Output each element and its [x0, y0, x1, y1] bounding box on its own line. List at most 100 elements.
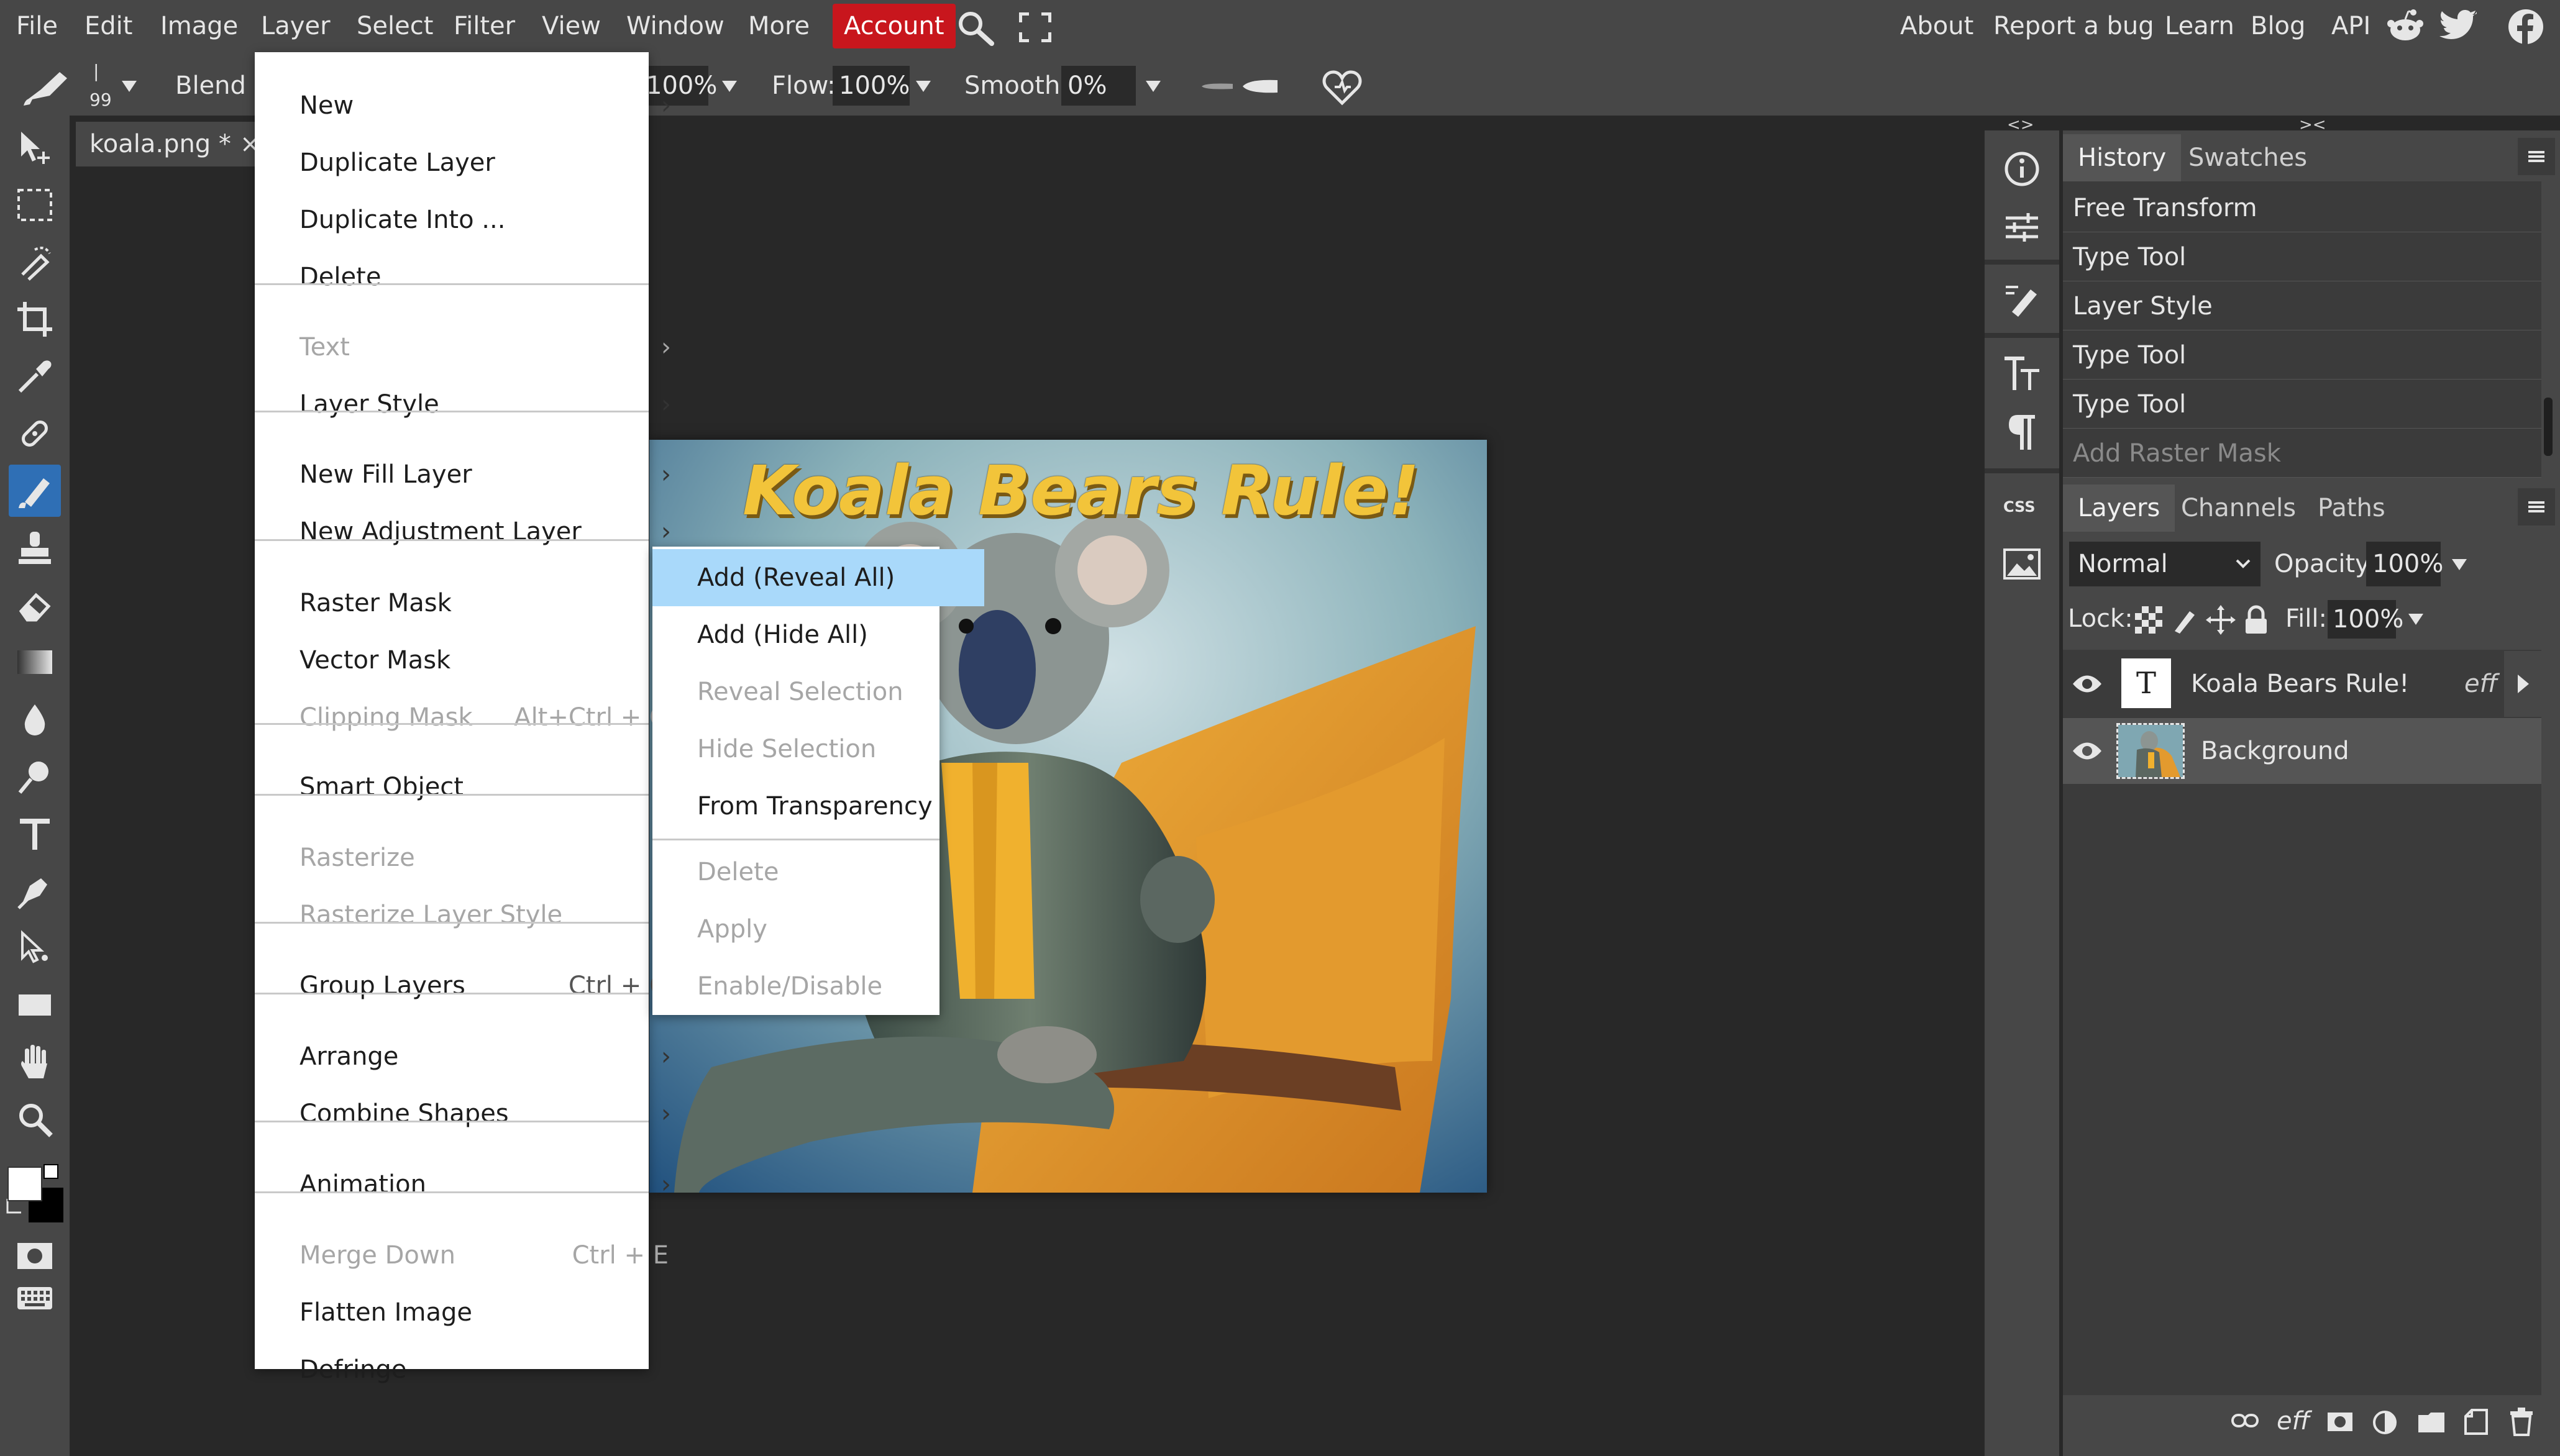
- default-colors-icon[interactable]: [43, 1164, 58, 1179]
- new-group-icon[interactable]: [2417, 1411, 2446, 1434]
- shape-tool-icon[interactable]: [9, 979, 61, 1031]
- adjustment-layer-icon[interactable]: [2372, 1410, 2397, 1435]
- menu-image[interactable]: Image: [160, 0, 238, 52]
- hand-tool-icon[interactable]: [9, 1036, 61, 1088]
- type-tool-icon[interactable]: [9, 808, 61, 860]
- layer-fill-field[interactable]: 100%: [2328, 600, 2403, 639]
- menu-item-clipping-mask[interactable]: Clipping Mask Alt+Ctrl + G: [255, 689, 693, 746]
- blur-tool-icon[interactable]: [9, 693, 61, 745]
- fullscreen-icon[interactable]: [1019, 12, 1051, 42]
- link-learn[interactable]: Learn: [2165, 0, 2234, 52]
- menu-item-animation[interactable]: Animation ›: [255, 1156, 693, 1213]
- search-icon[interactable]: [956, 9, 995, 46]
- info-icon[interactable]: [1985, 138, 2059, 200]
- brush-size-value[interactable]: 99: [89, 91, 112, 109]
- lasso-tool-icon[interactable]: [9, 236, 61, 288]
- pressure-size-icon[interactable]: [1199, 77, 1280, 96]
- link-api[interactable]: API: [2331, 0, 2370, 52]
- menu-item-new-adjustment-layer[interactable]: New Adjustment Layer ›: [255, 503, 693, 560]
- add-mask-icon[interactable]: [2326, 1411, 2354, 1432]
- tab-paths[interactable]: Paths: [2303, 485, 2400, 532]
- gradient-tool-icon[interactable]: [9, 636, 61, 688]
- link-blog[interactable]: Blog: [2251, 0, 2305, 52]
- eyedropper-tool-icon[interactable]: [9, 350, 61, 403]
- layer-row[interactable]: T Koala Bears Rule! eff: [2063, 651, 2541, 717]
- menu-item-raster-mask[interactable]: Raster Mask›: [255, 575, 693, 632]
- submenu-item-delete[interactable]: Delete: [652, 844, 984, 901]
- layer-opacity-dropdown-icon[interactable]: [2452, 559, 2467, 570]
- color-swatches[interactable]: [5, 1163, 67, 1225]
- menu-item-duplicate-layer[interactable]: Duplicate Layer: [255, 134, 693, 191]
- menu-item-group-layers[interactable]: Group Layers Ctrl + G: [255, 957, 693, 1014]
- eye-icon[interactable]: [2072, 740, 2103, 762]
- menu-item-flatten-image[interactable]: Flatten Image: [255, 1284, 693, 1341]
- menu-file[interactable]: File: [16, 0, 58, 52]
- move-tool-icon[interactable]: [9, 122, 61, 174]
- submenu-item-apply[interactable]: Apply: [652, 901, 984, 958]
- heart-icon[interactable]: [1322, 68, 1362, 106]
- menu-filter[interactable]: Filter: [454, 0, 515, 52]
- history-item[interactable]: Free Transform: [2063, 184, 2541, 232]
- menu-select[interactable]: Select: [357, 0, 433, 52]
- tab-channels[interactable]: Channels: [2166, 485, 2311, 532]
- keyboard-icon[interactable]: [9, 1272, 61, 1324]
- history-panel-menu-icon[interactable]: [2518, 138, 2555, 175]
- twitter-icon[interactable]: [2439, 10, 2478, 42]
- layers-panel-menu-icon[interactable]: [2518, 488, 2555, 526]
- account-button[interactable]: Account: [833, 4, 956, 48]
- history-item[interactable]: Type Tool: [2063, 380, 2541, 429]
- path-select-tool-icon[interactable]: [9, 922, 61, 974]
- history-scrollbar[interactable]: [2544, 398, 2553, 456]
- new-layer-icon[interactable]: [2463, 1409, 2489, 1435]
- menu-edit[interactable]: Edit: [85, 0, 132, 52]
- menu-more[interactable]: More: [748, 0, 810, 52]
- submenu-item-from-transparency[interactable]: From Transparency: [652, 778, 984, 835]
- menu-view[interactable]: View: [542, 0, 601, 52]
- menu-item-rasterize-layer-style[interactable]: Rasterize Layer Style: [255, 886, 693, 944]
- menu-item-duplicate-into[interactable]: Duplicate Into ...: [255, 191, 693, 248]
- submenu-item-reveal-selection[interactable]: Reveal Selection: [652, 663, 984, 721]
- crop-tool-icon[interactable]: [9, 293, 61, 345]
- brush-size-dropdown-icon[interactable]: [122, 81, 137, 92]
- zoom-tool-icon[interactable]: [9, 1093, 61, 1145]
- facebook-icon[interactable]: [2508, 9, 2544, 45]
- menu-item-rasterize[interactable]: Rasterize: [255, 829, 693, 886]
- marquee-tool-icon[interactable]: [9, 179, 61, 231]
- smooth-field[interactable]: 0%: [1061, 66, 1136, 106]
- menu-item-combine-shapes[interactable]: Combine Shapes ›: [255, 1085, 693, 1142]
- menu-item-text[interactable]: Text ›: [255, 319, 693, 376]
- dodge-tool-icon[interactable]: [9, 750, 61, 803]
- history-item[interactable]: Type Tool: [2063, 331, 2541, 380]
- add-effect-icon[interactable]: eff: [2277, 1406, 2310, 1436]
- flow-dropdown-icon[interactable]: [916, 81, 931, 92]
- eye-icon[interactable]: [2072, 673, 2103, 694]
- submenu-item-add-hide-all[interactable]: Add (Hide All): [652, 606, 984, 663]
- reddit-icon[interactable]: [2386, 9, 2425, 43]
- brush-settings-icon[interactable]: [1985, 268, 2059, 330]
- layer-effects-badge[interactable]: eff: [2464, 651, 2497, 717]
- lock-all-icon[interactable]: [2243, 605, 2269, 635]
- menu-item-merge-down[interactable]: Merge Down Ctrl + E: [255, 1227, 693, 1284]
- image-icon[interactable]: [1985, 533, 2059, 595]
- document-tab[interactable]: koala.png * ×: [76, 122, 262, 166]
- stamp-tool-icon[interactable]: [9, 522, 61, 574]
- delete-layer-icon[interactable]: [2509, 1408, 2534, 1436]
- history-item[interactable]: Add Raster Mask: [2063, 429, 2541, 478]
- opacity-dropdown-icon[interactable]: [722, 81, 737, 92]
- brush-tool-icon[interactable]: [22, 63, 76, 107]
- flow-field[interactable]: 100%: [833, 66, 910, 106]
- foreground-color-swatch[interactable]: [7, 1167, 42, 1201]
- lock-pixels-icon[interactable]: [2171, 606, 2198, 634]
- submenu-item-add-reveal-all[interactable]: Add (Reveal All): [652, 549, 984, 606]
- menu-item-arrange[interactable]: Arrange ›: [255, 1028, 693, 1085]
- submenu-item-enable-disable[interactable]: Enable/Disable: [652, 958, 984, 1015]
- tab-layers[interactable]: Layers: [2063, 485, 2175, 532]
- history-item[interactable]: Layer Style: [2063, 282, 2541, 330]
- layer-name[interactable]: Background: [2201, 718, 2349, 784]
- layer-fill-dropdown-icon[interactable]: [2408, 614, 2423, 625]
- paragraph-icon[interactable]: [1985, 401, 2059, 463]
- menu-item-layer-style[interactable]: Layer Style ›: [255, 376, 693, 433]
- link-layers-icon[interactable]: [2231, 1411, 2259, 1430]
- menu-item-delete[interactable]: Delete: [255, 248, 693, 306]
- layer-opacity-field[interactable]: 100%: [2366, 542, 2443, 586]
